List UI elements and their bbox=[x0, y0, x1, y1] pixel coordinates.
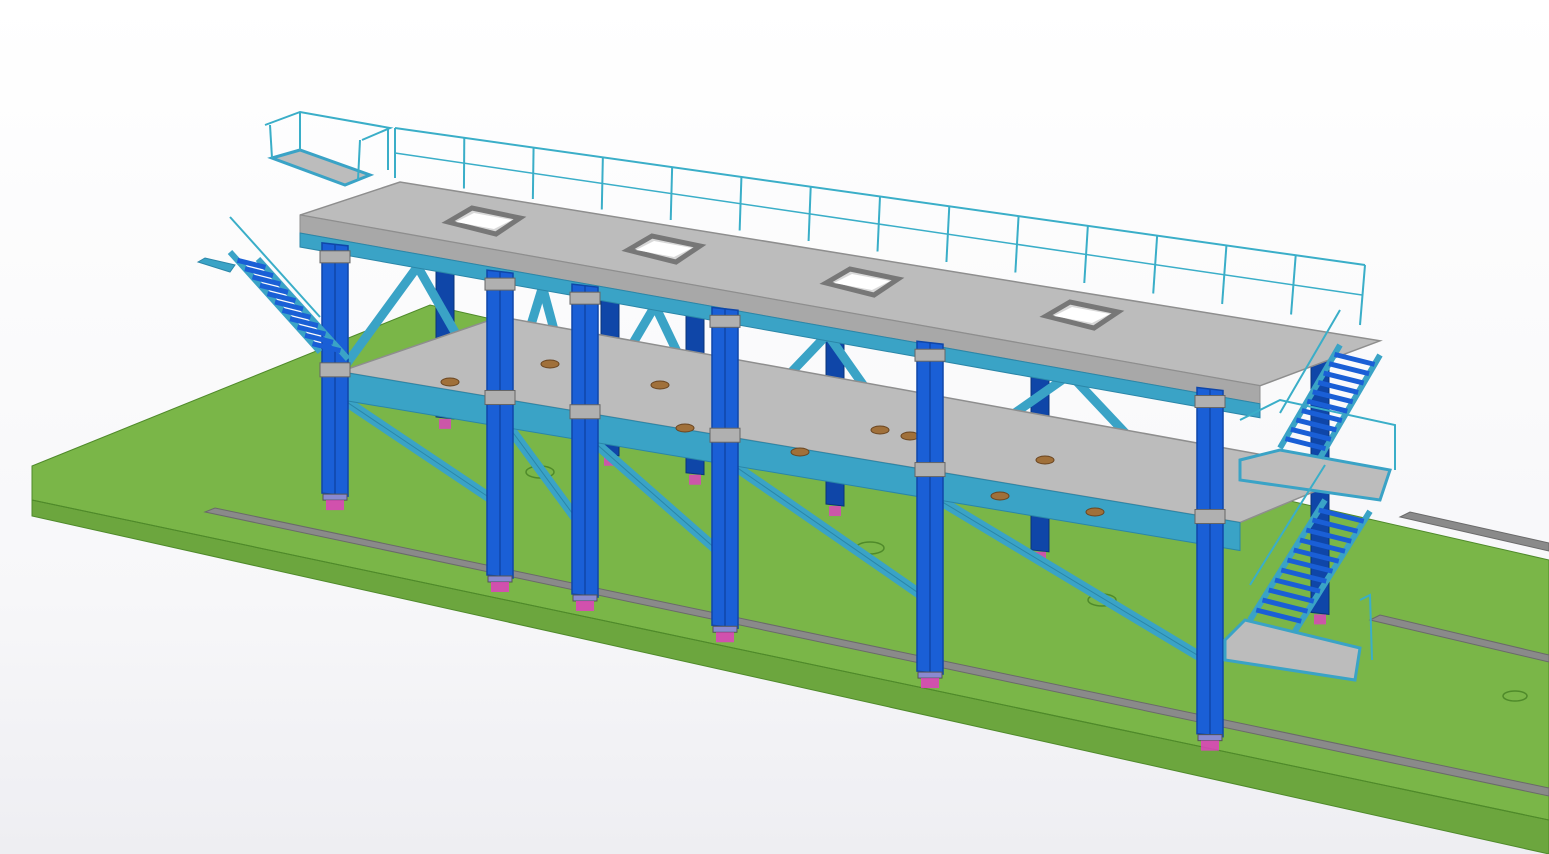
stair-tread bbox=[1328, 361, 1370, 377]
base-plate bbox=[572, 594, 598, 602]
bolt-group bbox=[1035, 455, 1055, 465]
bolt-group bbox=[675, 423, 695, 433]
connection-plate bbox=[484, 277, 516, 291]
railing-post bbox=[807, 186, 812, 242]
base-plate bbox=[1197, 734, 1223, 742]
anchor-bolt bbox=[326, 500, 344, 511]
railing-post bbox=[876, 196, 881, 252]
connection-plate bbox=[914, 462, 946, 478]
connection-plate bbox=[319, 362, 351, 378]
base-plate bbox=[487, 575, 513, 583]
railing-post bbox=[669, 167, 674, 221]
bolt-group bbox=[790, 447, 810, 457]
connection-plate bbox=[1194, 395, 1226, 409]
stair-tread bbox=[1333, 351, 1376, 367]
bolt-group bbox=[990, 491, 1010, 501]
steel-structure-3d-model[interactable] bbox=[0, 0, 1549, 854]
connection-plate bbox=[569, 404, 601, 420]
railing-post bbox=[269, 124, 273, 159]
anchor-bolt bbox=[829, 506, 841, 517]
railing-post bbox=[531, 147, 535, 200]
anchor-bolt bbox=[1201, 740, 1219, 751]
bolt-group bbox=[440, 377, 460, 387]
railing-post bbox=[945, 206, 951, 263]
connection-plate bbox=[709, 314, 741, 328]
bolt-group bbox=[650, 380, 670, 390]
bolt-group bbox=[870, 425, 890, 435]
upper-left-platform bbox=[267, 148, 375, 187]
base-plate bbox=[322, 493, 348, 501]
anchor-bolt bbox=[716, 632, 734, 643]
anchor-bolt bbox=[491, 581, 509, 592]
anchor-bolt bbox=[1314, 614, 1326, 625]
connection-plate bbox=[484, 389, 516, 405]
connection-plate bbox=[569, 291, 601, 305]
connection-plate bbox=[914, 348, 946, 362]
platform-railing bbox=[264, 110, 394, 141]
base-plate bbox=[712, 625, 738, 633]
railing-post bbox=[600, 157, 604, 210]
bolt-group bbox=[1085, 507, 1105, 517]
base-plate bbox=[917, 671, 943, 679]
anchor-bolt bbox=[439, 418, 451, 429]
connection-plate bbox=[709, 427, 741, 443]
railing-post bbox=[738, 176, 743, 231]
anchor-bolt bbox=[921, 678, 939, 689]
stair-tread bbox=[1323, 370, 1365, 386]
connection-plate bbox=[1194, 508, 1226, 524]
3d-model-viewport[interactable] bbox=[0, 0, 1549, 854]
connection-plate bbox=[319, 250, 351, 264]
anchor-bolt bbox=[689, 474, 701, 485]
anchor-bolt bbox=[576, 600, 594, 611]
bolt-group bbox=[540, 359, 560, 369]
stair-bottom-step bbox=[196, 257, 236, 273]
